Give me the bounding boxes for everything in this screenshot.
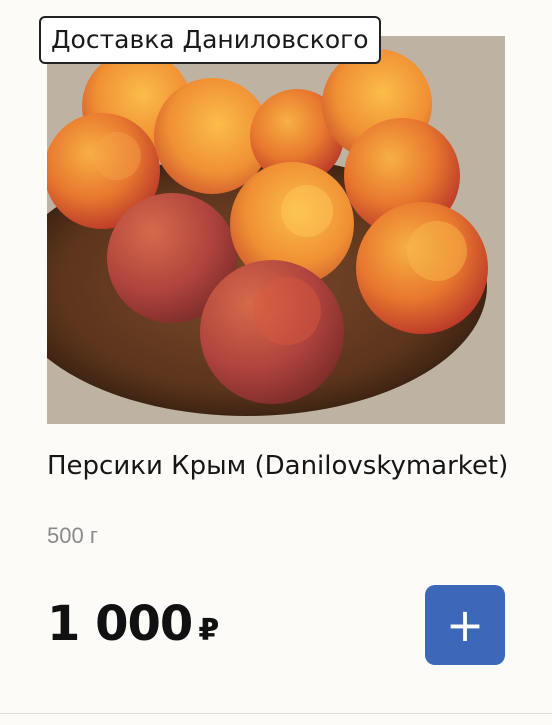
product-price: 1 000 ₽ (47, 596, 219, 652)
price-value: 1 000 (47, 596, 193, 652)
store-badge[interactable]: Доставка Даниловского (39, 16, 381, 64)
ruble-icon: ₽ (198, 613, 220, 648)
product-card[interactable]: Доставка Даниловского Персики Крым (Dani… (0, 0, 552, 725)
divider (0, 713, 552, 714)
add-to-cart-button[interactable]: + (425, 585, 505, 665)
product-image[interactable] (47, 36, 505, 424)
product-weight: 500 г (47, 523, 98, 548)
product-title[interactable]: Персики Крым (Danilovskymarket) (47, 450, 517, 483)
peaches-photo (47, 36, 505, 424)
plus-icon: + (445, 598, 485, 652)
